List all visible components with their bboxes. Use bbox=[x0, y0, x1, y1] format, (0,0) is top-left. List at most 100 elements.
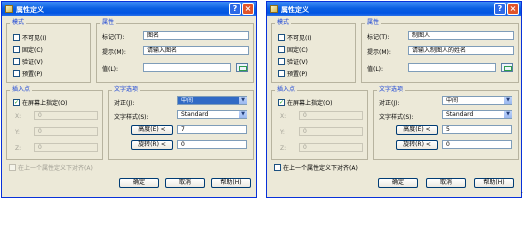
align-below-previous-checkbox[interactable]: 在上一个属性定义下对齐(A) bbox=[274, 163, 358, 172]
attribute-definition-dialog-left: 属性定义 ? × 模式 不可见(I) 固定(C) 验证(V) 预置(P) 属性 … bbox=[1, 1, 257, 198]
attribute-legend: 属性 bbox=[100, 19, 117, 27]
rotation-input[interactable]: 0 bbox=[177, 140, 247, 149]
checkbox-box[interactable] bbox=[278, 34, 285, 41]
checkbox-box[interactable] bbox=[13, 58, 20, 65]
checkbox-box[interactable]: ✓ bbox=[13, 99, 20, 106]
z-label: Z: bbox=[280, 145, 287, 152]
x-label: X: bbox=[15, 113, 22, 120]
text-style-select[interactable]: Standard bbox=[442, 110, 512, 119]
close-icon[interactable]: × bbox=[507, 3, 519, 15]
tag-input[interactable]: 图名 bbox=[143, 31, 249, 40]
text-style-select[interactable]: Standard bbox=[177, 110, 247, 119]
title-bar[interactable]: 属性定义 ? × bbox=[2, 2, 256, 16]
z-input[interactable]: 0 bbox=[34, 143, 98, 152]
ok-button[interactable]: 确定 bbox=[119, 178, 159, 188]
chevron-down-icon[interactable]: ▼ bbox=[239, 97, 247, 104]
text-options-legend: 文字选项 bbox=[377, 86, 406, 94]
value-input[interactable] bbox=[408, 63, 496, 72]
height-pick-button[interactable]: 高度(E) < bbox=[131, 125, 173, 135]
invisible-checkbox[interactable]: 不可见(I) bbox=[278, 33, 311, 42]
y-label: Y: bbox=[280, 129, 285, 136]
attribute-definition-dialog-right: 属性定义 ? × 模式 不可见(I) 固定(C) 验证(V) 预置(P) 属性 … bbox=[266, 1, 522, 198]
y-input[interactable]: 0 bbox=[299, 127, 363, 136]
align-below-previous-checkbox[interactable]: 在上一个属性定义下对齐(A) bbox=[9, 163, 93, 172]
height-pick-button[interactable]: 高度(E) < bbox=[396, 125, 438, 135]
text-options-legend: 文字选项 bbox=[112, 86, 141, 94]
tag-label: 标记(T): bbox=[367, 34, 390, 41]
justify-select[interactable]: 中间 bbox=[442, 96, 512, 105]
x-input[interactable]: 0 bbox=[299, 111, 363, 120]
value-label: 值(L): bbox=[102, 66, 119, 73]
dialog-title: 属性定义 bbox=[16, 6, 44, 14]
checkbox-box[interactable] bbox=[13, 34, 20, 41]
checkbox-box[interactable] bbox=[274, 164, 281, 171]
prompt-label: 提示(M): bbox=[367, 49, 391, 56]
help-icon[interactable]: ? bbox=[229, 3, 241, 15]
chevron-down-icon[interactable]: ▼ bbox=[504, 97, 512, 104]
checkbox-box[interactable] bbox=[278, 58, 285, 65]
close-icon[interactable]: × bbox=[242, 3, 254, 15]
mode-group: 模式 不可见(I) 固定(C) 验证(V) 预置(P) bbox=[6, 19, 91, 83]
constant-checkbox[interactable]: 固定(C) bbox=[13, 45, 43, 54]
tag-input[interactable]: 制图人 bbox=[408, 31, 514, 40]
height-input[interactable]: 5 bbox=[442, 125, 512, 134]
help-button[interactable]: 帮助(H) bbox=[211, 178, 251, 188]
verify-checkbox[interactable]: 验证(V) bbox=[13, 57, 43, 66]
stray-mark: . bbox=[521, 188, 523, 195]
title-bar[interactable]: 属性定义 ? × bbox=[267, 2, 521, 16]
prompt-label: 提示(M): bbox=[102, 49, 126, 56]
chevron-down-icon[interactable]: ▼ bbox=[504, 111, 512, 118]
mode-group: 模式 不可见(I) 固定(C) 验证(V) 预置(P) bbox=[271, 19, 356, 83]
help-icon[interactable]: ? bbox=[494, 3, 506, 15]
mode-legend: 模式 bbox=[275, 19, 292, 27]
text-style-label: 文字样式(S): bbox=[114, 114, 149, 121]
x-input[interactable]: 0 bbox=[34, 111, 98, 120]
text-options-group: 文字选项 对正(J): 中间 ▼ 文字样式(S): Standard ▼ 高度(… bbox=[373, 86, 519, 160]
checkbox-box[interactable] bbox=[13, 70, 20, 77]
z-input[interactable]: 0 bbox=[299, 143, 363, 152]
rotation-input[interactable]: 0 bbox=[442, 140, 512, 149]
x-label: X: bbox=[280, 113, 287, 120]
mode-legend: 模式 bbox=[10, 19, 27, 27]
specify-on-screen-checkbox[interactable]: ✓ 在屏幕上指定(O) bbox=[278, 98, 332, 107]
invisible-checkbox[interactable]: 不可见(I) bbox=[13, 33, 46, 42]
checkbox-box[interactable] bbox=[13, 46, 20, 53]
insert-field-icon[interactable] bbox=[501, 63, 513, 72]
verify-checkbox[interactable]: 验证(V) bbox=[278, 57, 308, 66]
chevron-down-icon[interactable]: ▼ bbox=[239, 111, 247, 118]
specify-on-screen-checkbox[interactable]: ✓ 在屏幕上指定(O) bbox=[13, 98, 67, 107]
help-button[interactable]: 帮助(H) bbox=[474, 178, 514, 188]
preset-checkbox[interactable]: 预置(P) bbox=[13, 69, 42, 78]
checkbox-box[interactable] bbox=[278, 46, 285, 53]
insertion-point-legend: 插入点 bbox=[275, 86, 298, 94]
y-input[interactable]: 0 bbox=[34, 127, 98, 136]
value-label: 值(L): bbox=[367, 66, 384, 73]
tag-label: 标记(T): bbox=[102, 34, 125, 41]
dialog-title: 属性定义 bbox=[281, 6, 309, 14]
justify-label: 对正(J): bbox=[114, 100, 135, 107]
preset-checkbox[interactable]: 预置(P) bbox=[278, 69, 307, 78]
value-input[interactable] bbox=[143, 63, 231, 72]
justify-select[interactable]: 中间 bbox=[177, 96, 247, 105]
y-label: Y: bbox=[15, 129, 20, 136]
checkbox-box[interactable] bbox=[278, 70, 285, 77]
rotation-pick-button[interactable]: 旋转(R) < bbox=[396, 140, 438, 150]
constant-checkbox[interactable]: 固定(C) bbox=[278, 45, 308, 54]
rotation-pick-button[interactable]: 旋转(R) < bbox=[131, 140, 173, 150]
insert-field-icon[interactable] bbox=[236, 63, 248, 72]
prompt-input[interactable]: 请输入图名 bbox=[143, 46, 249, 55]
z-label: Z: bbox=[15, 145, 22, 152]
attribute-group: 属性 标记(T): 图名 提示(M): 请输入图名 值(L): bbox=[96, 19, 254, 83]
cancel-button[interactable]: 取消 bbox=[426, 178, 466, 188]
prompt-input[interactable]: 请输入制图人的姓名 bbox=[408, 46, 514, 55]
text-options-group: 文字选项 对正(J): 中间 ▼ 文字样式(S): Standard ▼ 高度(… bbox=[108, 86, 254, 160]
ok-button[interactable]: 确定 bbox=[378, 178, 418, 188]
checkbox-box[interactable] bbox=[9, 164, 16, 171]
height-input[interactable]: 7 bbox=[177, 125, 247, 134]
cancel-button[interactable]: 取消 bbox=[165, 178, 205, 188]
checkbox-box[interactable]: ✓ bbox=[278, 99, 285, 106]
attribute-legend: 属性 bbox=[365, 19, 382, 27]
app-icon bbox=[5, 5, 13, 13]
text-style-label: 文字样式(S): bbox=[379, 114, 414, 121]
attribute-group: 属性 标记(T): 制图人 提示(M): 请输入制图人的姓名 值(L): bbox=[361, 19, 519, 83]
